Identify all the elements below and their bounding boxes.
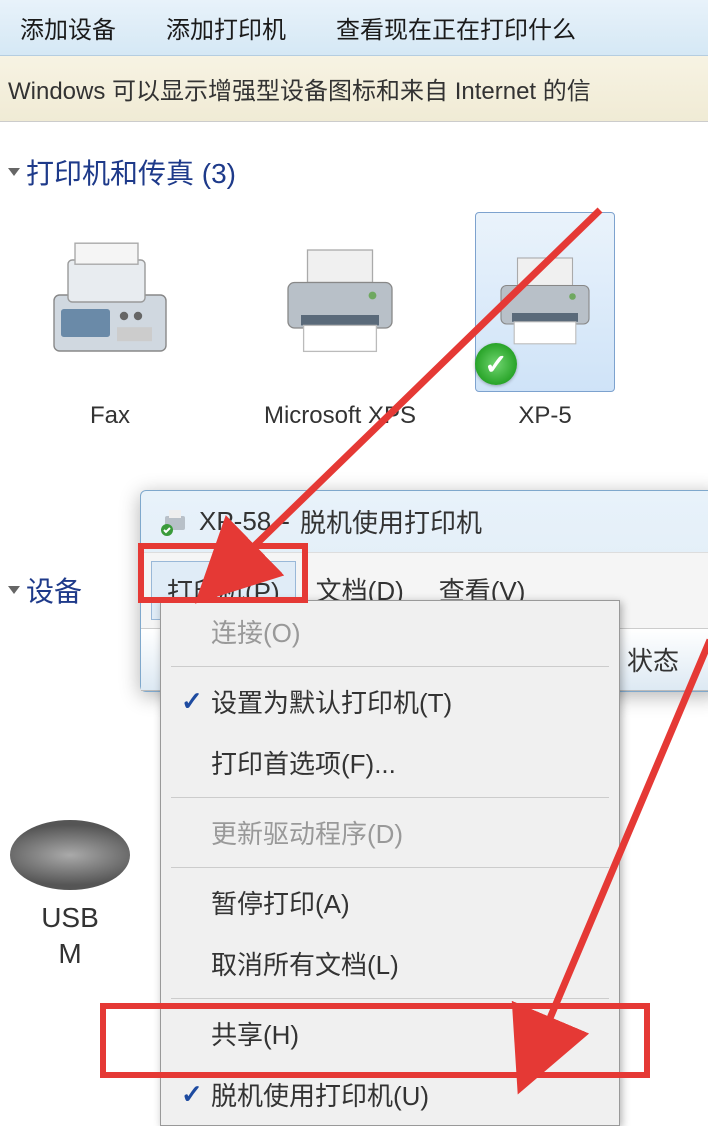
add-printer-btn[interactable]: 添加打印机 bbox=[166, 10, 286, 45]
usb-label-2: M bbox=[58, 938, 81, 969]
disclosure-icon bbox=[8, 168, 20, 176]
view-printing-btn[interactable]: 查看现在正在打印什么 bbox=[336, 10, 576, 45]
disclosure-icon bbox=[8, 586, 20, 594]
usb-label-1: USB bbox=[41, 902, 99, 933]
section-title: 设备 bbox=[26, 570, 82, 610]
info-bar: Windows 可以显示增强型设备图标和来自 Internet 的信 bbox=[0, 56, 708, 122]
usb-device[interactable]: USB M bbox=[10, 820, 130, 973]
section-title: 打印机和传真 (3) bbox=[26, 152, 236, 192]
printers-section-header[interactable]: 打印机和传真 (3) bbox=[10, 152, 698, 192]
toolbar: 添加设备 添加打印机 查看现在正在打印什么 bbox=[0, 0, 708, 56]
annotation-arrow-2 bbox=[520, 630, 708, 1055]
printer-title-icon bbox=[161, 508, 189, 536]
usb-device-icon bbox=[10, 820, 130, 890]
fax-icon bbox=[40, 232, 180, 372]
checkmark-icon: ✓ bbox=[181, 686, 211, 717]
checkmark-icon: ✓ bbox=[181, 1079, 211, 1110]
add-device-btn[interactable]: 添加设备 bbox=[20, 10, 116, 45]
device-label: Fax bbox=[90, 402, 130, 430]
annotation-arrow-1 bbox=[230, 200, 610, 575]
device-fax[interactable]: Fax bbox=[10, 212, 210, 430]
devices-section-header[interactable]: 设备 bbox=[10, 570, 82, 610]
